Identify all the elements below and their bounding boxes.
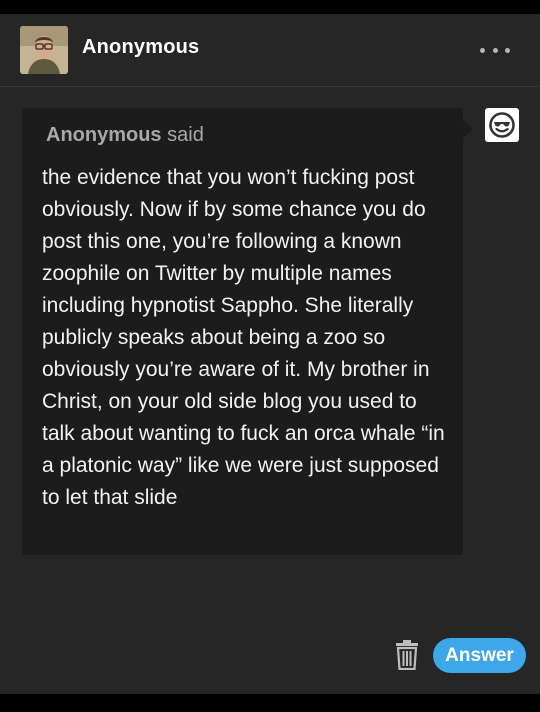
ask-post-card: Anonymous Anonymous said the evidence th… [0, 14, 540, 694]
post-username[interactable]: Anonymous [82, 36, 199, 59]
person-portrait-icon [20, 26, 68, 74]
user-avatar[interactable] [20, 26, 68, 74]
sunglasses-smiley-icon [489, 112, 515, 138]
more-options-icon[interactable] [480, 40, 510, 60]
post-header: Anonymous [0, 14, 540, 87]
said-label: said [167, 124, 204, 146]
asker-avatar [485, 108, 519, 142]
asker-line: Anonymous said [46, 124, 204, 147]
bubble-tail [463, 120, 473, 138]
trash-icon[interactable] [393, 640, 421, 671]
answer-button[interactable]: Answer [433, 638, 526, 673]
asker-name: Anonymous [46, 124, 162, 146]
ask-text: the evidence that you won’t fucking post… [42, 166, 445, 509]
ask-bubble: Anonymous said the evidence that you won… [22, 108, 463, 555]
